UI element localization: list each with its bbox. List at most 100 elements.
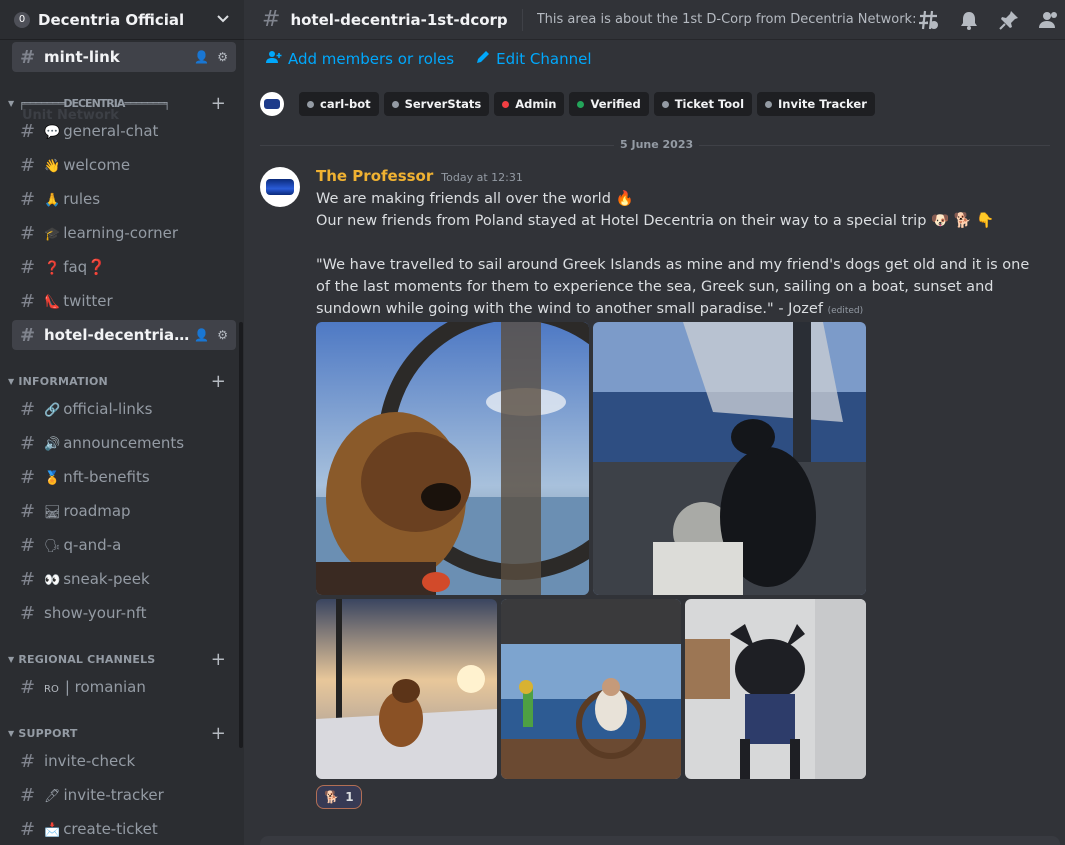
role-pill[interactable]: Ticket Tool <box>653 92 753 116</box>
discord-app: 0 Decentria Official # mint-link 👤 ⚙ ▼ ╒═… <box>0 0 1065 845</box>
edit-channel-label: Edit Channel <box>496 50 592 68</box>
members-icon[interactable] <box>1037 8 1061 32</box>
channel-label: nft-benefits <box>63 468 150 486</box>
role-list: carl-bot ServerStats Admin Verified Tick… <box>260 92 875 116</box>
add-channel-icon[interactable]: + <box>211 371 226 392</box>
edit-channel-button[interactable]: Edit Channel <box>476 50 592 68</box>
channel-sneak-peek[interactable]: # 👀 sneak-peek <box>12 564 236 594</box>
sidebar-scrollbar[interactable] <box>239 322 243 748</box>
channel-official-links[interactable]: # 🔗 official-links <box>12 394 236 424</box>
channel-rules[interactable]: # 🙏 rules <box>12 184 236 214</box>
invite-icon[interactable]: 👤 <box>194 50 209 64</box>
channel-welcome[interactable]: # 👋 welcome <box>12 150 236 180</box>
hash-icon: # <box>20 818 36 840</box>
channel-emoji: 🗣 <box>44 539 61 554</box>
attachment-image-3[interactable] <box>316 599 497 779</box>
server-name: Decentria Official <box>38 10 185 29</box>
message-timestamp: Today at 12:31 <box>441 171 523 184</box>
hash-icon: # <box>20 222 36 244</box>
add-channel-icon[interactable]: + <box>211 93 226 114</box>
role-label: Verified <box>590 97 641 111</box>
channel-invite-tracker[interactable]: # 🖊 invite-tracker <box>12 780 236 810</box>
role-pill[interactable]: Verified <box>569 92 649 116</box>
attachment-image-1[interactable] <box>316 322 589 595</box>
add-channel-icon[interactable]: + <box>211 723 226 744</box>
channel-twitter[interactable]: # 👠 twitter <box>12 286 236 316</box>
hash-icon: # <box>20 676 36 698</box>
author-name[interactable]: The Professor <box>316 167 433 185</box>
channel-emoji: 🙏 <box>44 193 61 208</box>
channel-label: create-ticket <box>63 820 158 838</box>
category-regional[interactable]: ▼ REGIONAL CHANNELS + <box>8 649 238 670</box>
attachment-image-4[interactable] <box>501 599 681 779</box>
channel-invite-check[interactable]: # invite-check <box>12 746 236 776</box>
channel-label: q-and-a <box>63 536 122 554</box>
add-members-button[interactable]: Add members or roles <box>266 50 454 68</box>
date-label: 5 June 2023 <box>614 138 700 151</box>
attachment-image-2[interactable] <box>593 322 866 595</box>
channel-label: mint-link <box>44 48 120 66</box>
hash-icon: # <box>20 432 36 454</box>
channel-learning-corner[interactable]: # 🎓 learning-corner <box>12 218 236 248</box>
channel-label: romanian <box>74 678 146 696</box>
region-tag: RO <box>44 684 59 695</box>
role-label: Invite Tracker <box>778 97 867 111</box>
channel-show-your-nft[interactable]: # show-your-nft <box>12 598 236 628</box>
role-dot <box>661 100 669 108</box>
channel-roadmap[interactable]: # 🛤 roadmap <box>12 496 236 526</box>
hash-icon: # <box>20 324 36 346</box>
role-pill[interactable]: Invite Tracker <box>757 92 875 116</box>
role-pill[interactable]: ServerStats <box>383 92 490 116</box>
bell-icon[interactable] <box>957 8 981 32</box>
channel-header: # hotel-decentria-1st-dcorp This area is… <box>244 0 1065 40</box>
add-channel-icon[interactable]: + <box>211 649 226 670</box>
channel-title: hotel-decentria-1st-dcorp <box>290 10 508 29</box>
channel-general-chat[interactable]: # 💬 general-chat <box>12 116 236 146</box>
channel-sidebar: 0 Decentria Official # mint-link 👤 ⚙ ▼ ╒═… <box>0 0 244 845</box>
chevron-icon: ▼ <box>8 98 15 108</box>
channel-q-and-a[interactable]: # 🗣 q-and-a <box>12 530 236 560</box>
server-header[interactable]: 0 Decentria Official <box>0 0 244 40</box>
message-quote: "We have travelled to sail around Greek … <box>316 257 1030 317</box>
channel-emoji: 💬 <box>44 125 61 140</box>
role-pill[interactable]: Admin <box>494 92 565 116</box>
message-composer[interactable] <box>260 836 1060 845</box>
attachment-image-5[interactable] <box>685 599 866 779</box>
avatar[interactable] <box>260 167 300 207</box>
role-dot <box>502 100 510 108</box>
gear-icon[interactable]: ⚙ <box>217 50 228 64</box>
channel-hotel-decentria[interactable]: # hotel-decentria-1s... 👤 ⚙ <box>12 320 236 350</box>
message-content: We are making friends all over the world… <box>316 188 1036 322</box>
channel-romanian[interactable]: # RO | romanian <box>12 672 236 702</box>
reaction-count: 1 <box>345 790 354 804</box>
category-information[interactable]: ▼ INFORMATION + <box>8 371 238 392</box>
threads-icon[interactable] <box>917 8 941 32</box>
channel-emoji: 👀 <box>44 573 61 588</box>
channel-emoji: 🔗 <box>44 403 61 418</box>
gear-icon[interactable]: ⚙ <box>217 328 228 342</box>
channel-emoji: ❓ <box>44 261 61 276</box>
reaction-button[interactable]: 🐕 1 <box>316 785 362 809</box>
channel-faq[interactable]: # ❓ faq❓ <box>12 252 236 282</box>
message-line: We are making friends all over the world… <box>316 191 634 207</box>
category-label: SUPPORT <box>18 726 78 740</box>
invite-icon[interactable]: 👤 <box>194 328 209 342</box>
hash-icon: # <box>20 290 36 312</box>
channel-nft-benefits[interactable]: # 🏅 nft-benefits <box>12 462 236 492</box>
hash-icon: # <box>20 500 36 522</box>
channel-emoji: 🖊 <box>44 789 61 804</box>
channel-topic[interactable]: This area is about the 1st D-Corp from D… <box>537 12 937 27</box>
role-pill[interactable]: carl-bot <box>299 92 379 116</box>
channel-label: welcome <box>63 156 131 174</box>
server-badge: 0 <box>14 11 30 28</box>
message-area: Add members or roles Edit Channel carl-b… <box>244 40 1065 845</box>
hash-icon: # <box>20 154 36 176</box>
channel-emoji: 🎓 <box>44 227 61 242</box>
chevron-down-icon[interactable] <box>216 12 230 28</box>
channel-create-ticket[interactable]: # 📩 create-ticket <box>12 814 236 844</box>
hash-icon: # <box>20 602 36 624</box>
category-support[interactable]: ▼ SUPPORT + <box>8 723 238 744</box>
pin-icon[interactable] <box>997 8 1021 32</box>
channel-announcements[interactable]: # 🔊 announcements <box>12 428 236 458</box>
channel-mint-link[interactable]: # mint-link 👤 ⚙ <box>12 42 236 72</box>
